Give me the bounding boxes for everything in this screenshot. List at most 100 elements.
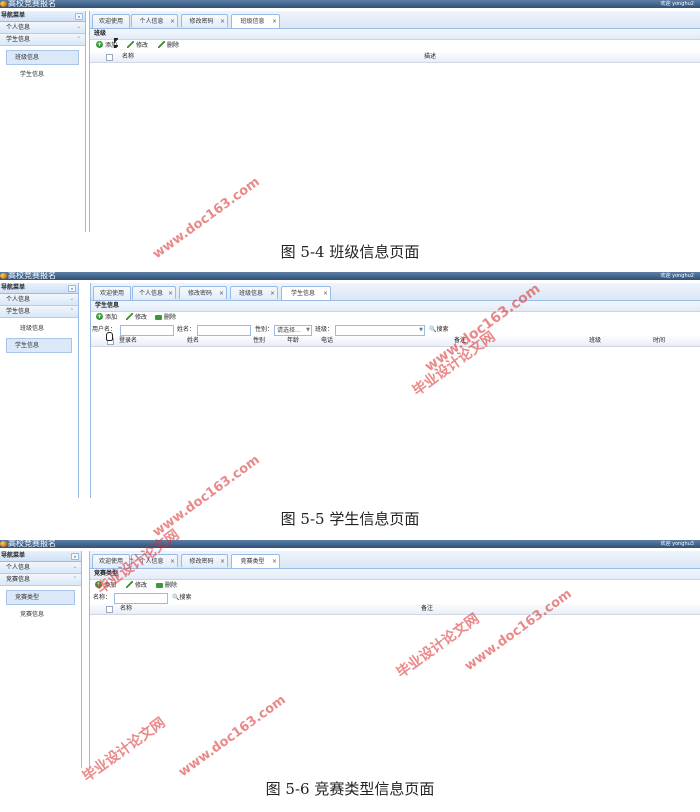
column-header[interactable]: 名称 [120,604,132,614]
add-label: 添加 [105,314,118,321]
hand-cursor-icon [106,332,113,341]
tab-label: 个人信息 [139,18,164,25]
tab-welcome[interactable]: 欢迎使用 [93,286,131,300]
name-input[interactable] [197,325,251,336]
main-area: 欢迎使用 个人信息 × 修改密码 × 班级信息 × 班级 + 添加 修改 删除 名称 描… [89,11,700,232]
welcome-text: 欢迎 yonghu2 [660,1,694,7]
search-button[interactable]: 🔍搜索 [429,325,449,335]
close-icon[interactable]: × [272,15,277,28]
class-select[interactable]: ▼ [335,325,425,336]
column-header[interactable]: 登录名 [119,336,137,346]
select-all-checkbox[interactable] [106,54,113,61]
edit-button[interactable]: 修改 [127,41,148,51]
column-header[interactable]: 性别 [253,336,265,346]
gender-select[interactable]: 请选择... ▼ [274,325,312,336]
tab-change-password[interactable]: 修改密码 × [181,554,228,567]
minus-icon [156,583,163,588]
accordion-competition-info[interactable]: 竞赛信息 ⌃ [0,574,81,586]
app-logo-icon [0,541,7,547]
accordion-student-info[interactable]: 学生信息 ⌃ [0,34,85,46]
accordion-personal-info[interactable]: 个人信息 ⌄ [0,562,81,574]
tab-label: 修改密码 [189,558,214,565]
tab-personal-info[interactable]: 个人信息 × [131,14,178,27]
tab-change-password[interactable]: 修改密码 × [179,286,227,299]
chevron-down-icon: ⌄ [72,564,77,570]
close-icon[interactable]: × [219,287,224,300]
nav-header-label: 导航菜单 [1,12,26,19]
panel-title: 班级 [90,29,700,40]
name-input[interactable] [114,593,168,604]
grid-header: 名称 描述 [90,52,700,63]
main-area: 欢迎使用 个人信息 × 修改密码 × 班级信息 × 学生信息 × 学生信息 + 添加 修改… [90,283,700,498]
collapse-sidebar-icon[interactable]: « [75,13,83,20]
gender-label: 性别： [255,326,274,333]
collapse-sidebar-icon[interactable]: « [71,553,79,560]
edit-button[interactable]: 修改 [126,313,147,323]
tab-label: 个人信息 [138,290,163,297]
pencil-icon [127,41,134,48]
chevron-down-icon: ⌄ [76,24,81,30]
sidebar-item-student-info[interactable]: 学生信息 [6,68,79,81]
accordion-personal-info[interactable]: 个人信息 ⌄ [0,22,85,34]
close-icon[interactable]: × [323,287,328,300]
tab-competition-type[interactable]: 竞赛类型 × [231,554,280,568]
close-icon[interactable]: × [220,15,225,28]
sidebar-item-student-info[interactable]: 学生信息 [6,338,72,353]
column-header[interactable]: 班级 [589,336,601,346]
sidebar: 导航菜单 « 个人信息 ⌄ 学生信息 ⌃ 班级信息 学生信息 [0,11,86,232]
close-icon[interactable]: × [270,287,275,300]
sidebar-item-competition-info[interactable]: 竞赛信息 [6,608,75,621]
search-button[interactable]: 🔍搜索 [172,593,192,603]
sidebar-item-competition-type[interactable]: 竞赛类型 [6,590,75,605]
edit-label: 修改 [136,42,149,49]
select-all-checkbox[interactable] [106,606,113,613]
delete-button[interactable]: 删除 [156,581,177,591]
accordion-label: 个人信息 [6,296,31,303]
tab-welcome[interactable]: 欢迎使用 [92,14,130,28]
search-label: 搜索 [436,326,449,333]
tab-strip: 欢迎使用 个人信息 × 修改密码 × 班级信息 × [90,11,700,29]
close-icon[interactable]: × [168,287,173,300]
tab-class-info[interactable]: 班级信息 × [230,286,278,299]
column-header[interactable]: 姓名 [187,336,199,346]
figure-caption: 图 5-6 竞赛类型信息页面 [265,780,435,798]
app-title: 高校竞赛报名 [8,540,56,548]
grid-header: 登录名 姓名 性别 年龄 电话 备注 班级 时间 [91,336,700,347]
accordion-student-info[interactable]: 学生信息 ⌃ [0,306,78,318]
delete-button[interactable]: 删除 [155,313,176,323]
column-header[interactable]: 备注 [421,604,433,614]
tab-class-info[interactable]: 班级信息 × [231,14,280,28]
column-header[interactable]: 名称 [122,52,134,62]
accordion-personal-info[interactable]: 个人信息 ⌄ [0,294,78,306]
close-icon[interactable]: × [272,555,277,568]
column-header[interactable]: 时间 [653,336,665,346]
login-input[interactable] [120,325,174,336]
tab-label: 欢迎使用 [98,18,123,25]
welcome-text: 欢迎 yonghu2 [660,273,694,279]
app-title: 高校竞赛报名 [8,272,56,280]
chevron-up-icon: ⌃ [72,576,77,582]
column-header[interactable]: 电话 [321,336,333,346]
close-icon[interactable]: × [220,555,225,568]
column-header[interactable]: 年龄 [287,336,299,346]
edit-label: 修改 [135,582,148,589]
tab-label: 修改密码 [187,290,212,297]
tab-change-password[interactable]: 修改密码 × [181,14,228,27]
column-header[interactable]: 描述 [424,52,436,62]
tab-student-info[interactable]: 学生信息 × [281,286,331,300]
sidebar-item-class-info[interactable]: 班级信息 [6,322,72,335]
add-button[interactable]: + 添加 [96,313,117,323]
delete-button[interactable]: 删除 [158,41,179,51]
nav-header: 导航菜单 « [0,11,85,22]
chevron-up-icon: ⌃ [76,36,81,42]
pencil-icon [126,313,133,320]
close-icon[interactable]: × [170,555,175,568]
sidebar-item-class-info[interactable]: 班级信息 [6,50,79,65]
sidebar: 导航菜单 « 个人信息 ⌄ 竞赛信息 ⌃ 竞赛类型 竞赛信息 [0,551,82,768]
edit-button[interactable]: 修改 [126,581,147,591]
nav-header: 导航菜单 « [0,283,78,294]
tab-personal-info[interactable]: 个人信息 × [132,286,176,299]
collapse-sidebar-icon[interactable]: « [68,285,76,292]
add-icon: + [96,313,103,320]
close-icon[interactable]: × [170,15,175,28]
